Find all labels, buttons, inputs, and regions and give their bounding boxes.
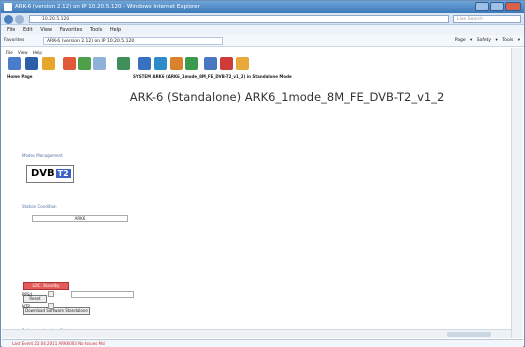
ntp-indicator: [48, 303, 54, 309]
address-bar: 10.20.5.120 Live Search: [1, 13, 524, 25]
station-condition-label: Station Condition: [22, 204, 57, 209]
menu-favorites[interactable]: Favorites: [60, 27, 83, 33]
favorites-bar: Favorites ARK-6 (version 2.12) on IP 10.…: [1, 35, 524, 47]
page-title: ARK-6 (Standalone) ARK6_1mode_8M_FE_DVB-…: [129, 90, 445, 104]
refresh-icon[interactable]: [204, 57, 217, 70]
scroll-thumb[interactable]: [447, 332, 491, 337]
maximize-button[interactable]: [490, 2, 504, 11]
browser-tab[interactable]: ARK-6 (version 2.12) on IP 10.20.5.120: [43, 37, 223, 45]
horizontal-scrollbar[interactable]: [2, 329, 511, 338]
modes-management-label: Modes Management: [22, 153, 63, 158]
menu-file[interactable]: File: [7, 27, 15, 33]
monitor-icon[interactable]: [138, 57, 151, 70]
menu-view[interactable]: View: [40, 27, 52, 33]
home-page-label: Home Page: [7, 74, 33, 79]
system-label: SYSTEM ARK6 (ARK6_1mode_8M_FE_DVB-T2_v1_…: [133, 74, 292, 79]
download-software-button[interactable]: Download Software Standalone: [23, 307, 90, 315]
favorites-button[interactable]: Favorites: [4, 35, 24, 47]
standby-button[interactable]: LOC. Standby: [23, 282, 69, 290]
folder-icon[interactable]: [42, 57, 55, 70]
dvb-text: DVB: [31, 168, 55, 179]
menu-help[interactable]: Help: [110, 27, 121, 33]
search-input[interactable]: Live Search: [453, 15, 521, 23]
list-icon[interactable]: [93, 57, 106, 70]
app-menu-file[interactable]: File: [6, 50, 13, 55]
ppsd-label: PPSd: [22, 292, 32, 297]
forward-button[interactable]: [15, 15, 24, 24]
tools-icon[interactable]: [170, 57, 183, 70]
back-button[interactable]: [4, 15, 13, 24]
app-menu-view[interactable]: View: [18, 50, 28, 55]
alarm-icon[interactable]: [220, 57, 233, 70]
dvb-t2-logo: DVB T2: [26, 165, 74, 183]
menu-tools[interactable]: Tools: [90, 27, 102, 33]
title-bar: ARK-6 (version 2.12) on IP 10.20.5.120 -…: [1, 1, 524, 13]
url-input[interactable]: 10.20.5.120: [29, 15, 449, 23]
display-icon[interactable]: [154, 57, 167, 70]
globe-icon[interactable]: [185, 57, 198, 70]
menu-edit[interactable]: Edit: [23, 27, 33, 33]
window-title: ARK-6 (version 2.12) on IP 10.20.5.120 -…: [15, 4, 200, 10]
ppsd-indicator: [48, 291, 54, 297]
edit-icon[interactable]: [236, 57, 249, 70]
vertical-scrollbar[interactable]: [511, 48, 523, 338]
minimize-button[interactable]: [475, 2, 489, 11]
ppsd-value-field[interactable]: [71, 291, 134, 298]
config-icon[interactable]: [117, 57, 130, 70]
tree-icon[interactable]: [78, 57, 91, 70]
app-menu-help[interactable]: Help: [33, 50, 42, 55]
ntp-label: NTP: [22, 304, 30, 309]
network-icon[interactable]: [8, 57, 21, 70]
status-bar: Last Event 22.04.2011 ARK6003 No Issues …: [2, 339, 523, 347]
close-button[interactable]: [505, 2, 521, 11]
t2-text: T2: [55, 169, 71, 178]
command-bar[interactable]: Page ▾ Safety ▾ Tools ▾: [455, 35, 520, 47]
menu-bar: File Edit View Favorites Tools Help: [1, 25, 524, 35]
app-menu: File View Help: [6, 50, 46, 55]
save-icon[interactable]: [25, 57, 38, 70]
ie-icon: [4, 3, 12, 11]
station-field[interactable]: ARK6: [32, 215, 128, 222]
home-icon[interactable]: [63, 57, 76, 70]
